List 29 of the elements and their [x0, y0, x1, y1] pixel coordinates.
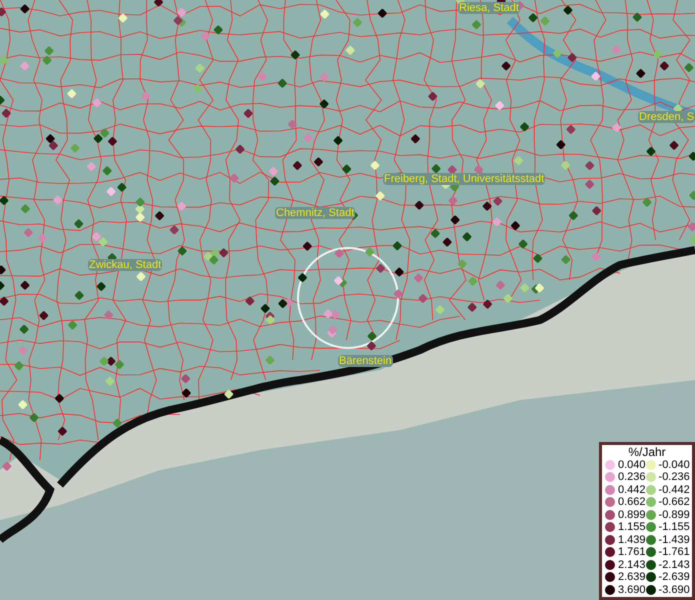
- place-label: Chemnitz, Stadt: [275, 207, 356, 219]
- legend-value: -0.662: [658, 496, 690, 508]
- place-label: Bärenstein: [338, 355, 393, 367]
- legend-value: 0.236: [618, 471, 646, 484]
- legend-value: 1.155: [618, 521, 646, 534]
- legend-value: -1.439: [658, 534, 690, 546]
- legend-value: -0.040: [658, 458, 690, 471]
- legend-value: -3.690: [658, 584, 690, 596]
- place-label: Freiberg, Stadt, Universitätsstadt: [383, 173, 546, 185]
- legend-value: 0.442: [618, 484, 646, 496]
- legend-value: -2.639: [658, 571, 690, 584]
- legend-title: %/Jahr: [628, 446, 666, 458]
- legend-value: 0.899: [618, 508, 646, 521]
- legend-value: -2.143: [658, 558, 690, 571]
- legend-value: 2.639: [618, 571, 646, 584]
- legend-value: 0.662: [618, 496, 646, 508]
- legend-value: -0.236: [658, 471, 690, 484]
- legend-value: -0.442: [658, 484, 690, 496]
- legend-value: 2.143: [618, 558, 646, 571]
- place-label: Dresden, S: [638, 111, 695, 123]
- place-label: Zwickau, Stadt: [88, 259, 162, 271]
- legend-value: 0.040: [618, 458, 646, 471]
- legend-value: 1.761: [618, 546, 646, 558]
- legend-value: 1.439: [618, 534, 646, 546]
- legend-value: 3.690: [618, 584, 646, 596]
- legend-value: -1.155: [658, 521, 690, 534]
- legend-value: -0.899: [658, 508, 690, 521]
- legend-value: -1.761: [658, 546, 690, 558]
- place-label: Riesa, Stadt: [458, 2, 520, 14]
